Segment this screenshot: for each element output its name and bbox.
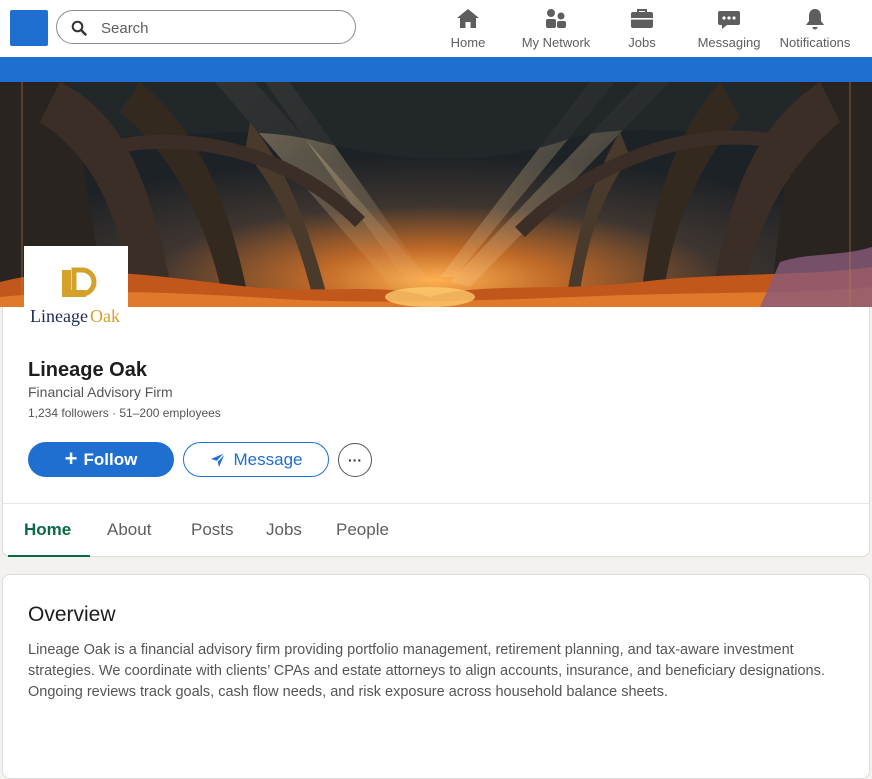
message-button[interactable]: Message (183, 442, 329, 477)
company-logo[interactable]: Lineage Oak (24, 246, 128, 330)
header-accent-band (0, 57, 872, 82)
tab-jobs[interactable]: Jobs (266, 520, 302, 557)
overview-text: Lineage Oak is a financial advisory firm… (28, 642, 825, 700)
nav-my-network-label: My Network (521, 35, 591, 50)
nav-messaging[interactable]: Messaging (695, 6, 763, 52)
plus-icon: + (64, 445, 78, 471)
app-logo[interactable] (10, 10, 48, 46)
top-nav: Home My Network Jobs Messaging (0, 0, 872, 58)
overview-title: Overview (28, 603, 116, 626)
send-icon (210, 452, 226, 467)
search-icon (71, 20, 87, 36)
company-name: Lineage Oak (28, 359, 147, 381)
search-box[interactable] (56, 10, 356, 44)
tab-posts[interactable]: Posts (191, 520, 234, 557)
network-icon (546, 9, 566, 28)
nav-home-label: Home (450, 35, 486, 50)
more-dots-icon: ··· (348, 452, 362, 468)
lineage-oak-logo: Lineage Oak (30, 267, 120, 326)
nav-messaging-label: Messaging (697, 35, 761, 50)
nav-notifications-label: Notifications (779, 35, 851, 50)
tab-about[interactable]: About (107, 520, 151, 557)
company-stats: 1,234 followers · 51–200 employees (28, 406, 221, 420)
search-input[interactable] (99, 17, 343, 39)
more-options-button[interactable]: ··· (338, 443, 372, 477)
nav-home[interactable]: Home (443, 6, 493, 52)
logo-text-lineage: Lineage (30, 306, 88, 326)
nav-jobs-label: Jobs (628, 35, 656, 50)
tab-people[interactable]: People (336, 520, 389, 557)
company-industry: Financial Advisory Firm (28, 384, 173, 400)
nav-my-network[interactable]: My Network (516, 6, 596, 52)
forest-banner-image (0, 82, 872, 307)
cover-banner (0, 82, 872, 307)
card-divider (3, 503, 869, 504)
messaging-icon (718, 11, 740, 29)
nav-jobs[interactable]: Jobs (622, 6, 662, 52)
message-button-label: Message (233, 449, 303, 469)
home-icon (457, 9, 479, 28)
briefcase-icon (631, 9, 653, 28)
follow-button-label: Follow (83, 449, 138, 469)
nav-notifications[interactable]: Notifications (776, 6, 854, 52)
tab-home[interactable]: Home (24, 520, 71, 557)
bell-icon (806, 9, 824, 30)
logo-text-oak: Oak (90, 306, 120, 326)
active-tab-indicator (8, 555, 90, 557)
follow-button[interactable]: + Follow (28, 442, 174, 477)
